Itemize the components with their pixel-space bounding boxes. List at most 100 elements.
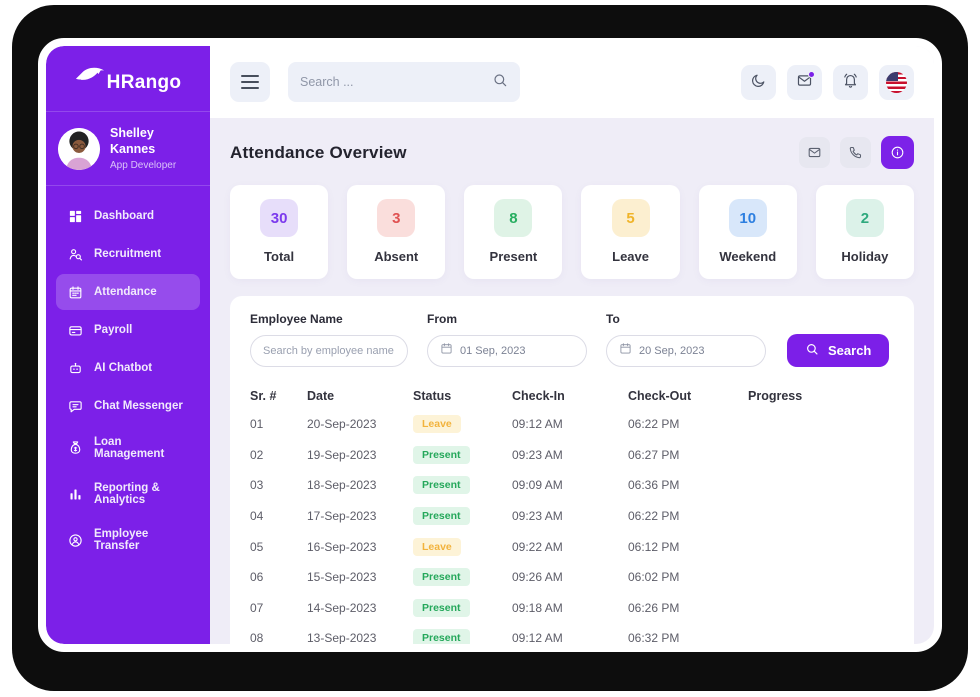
- notification-dot: [808, 70, 815, 78]
- moon-button[interactable]: [741, 64, 776, 100]
- cell-checkout: 06:02 PM: [628, 570, 680, 585]
- phone-icon: [848, 145, 863, 160]
- cell-sr: 04: [250, 509, 264, 524]
- stat-card-holiday: 2 Holiday: [815, 185, 914, 279]
- mail-action-button[interactable]: [799, 137, 830, 168]
- from-date-input[interactable]: [460, 345, 574, 357]
- stat-card-total: 30 Total: [230, 185, 329, 279]
- stat-value: 3: [377, 199, 416, 237]
- cell-sr: 02: [250, 447, 264, 462]
- table-row: 03 18-Sep-2023 Present 09:09 AM 06:36 PM: [250, 470, 894, 501]
- cell-checkout: 06:12 PM: [628, 539, 680, 554]
- cell-checkin: 09:12 AM: [512, 631, 563, 644]
- info-action-button[interactable]: [881, 136, 914, 169]
- cell-checkin: 09:23 AM: [512, 447, 563, 462]
- table-row: 06 15-Sep-2023 Present 09:26 AM 06:02 PM: [250, 562, 894, 593]
- mail-button[interactable]: [787, 64, 822, 100]
- table-row: 05 16-Sep-2023 Leave 09:22 AM 06:12 PM: [250, 531, 894, 562]
- status-badge: Leave: [413, 537, 461, 556]
- table-row: 01 20-Sep-2023 Leave 09:12 AM 06:22 PM: [250, 409, 894, 440]
- table-body: 01 20-Sep-2023 Leave 09:12 AM 06:22 PM 0…: [250, 409, 894, 644]
- cell-date: 13-Sep-2023: [307, 631, 377, 644]
- page-header: Attendance Overview: [230, 136, 914, 169]
- cell-checkin: 09:09 AM: [512, 478, 563, 493]
- table-row: 08 13-Sep-2023 Present 09:12 AM 06:32 PM: [250, 623, 894, 644]
- sidebar-item-chat-messenger[interactable]: Chat Messenger: [56, 388, 200, 424]
- stat-value: 30: [260, 199, 299, 237]
- attendance-table: Sr. # Date Status Check-In Check-Out Pro…: [250, 385, 894, 644]
- sidebar: HRango Shelley Kannes App Developer Dash…: [46, 46, 210, 644]
- cell-checkout: 06:22 PM: [628, 417, 680, 432]
- col-sr: Sr. #: [250, 389, 277, 403]
- sidebar-item-attendance[interactable]: Attendance: [56, 274, 200, 311]
- bell-button[interactable]: [833, 64, 868, 100]
- robot-icon: [67, 360, 83, 376]
- cell-checkin: 09:26 AM: [512, 570, 563, 585]
- app-window: HRango Shelley Kannes App Developer Dash…: [38, 38, 942, 652]
- stat-card-absent: 3 Absent: [347, 185, 446, 279]
- sidebar-menu: Dashboard Recruitment Attendance Payroll…: [46, 186, 210, 644]
- chat-icon: [67, 398, 83, 414]
- moon-icon: [750, 72, 767, 92]
- cell-sr: 01: [250, 417, 264, 432]
- cell-date: 17-Sep-2023: [307, 509, 377, 524]
- cell-checkin: 09:23 AM: [512, 509, 563, 524]
- status-badge: Present: [413, 445, 470, 464]
- global-search: [288, 62, 520, 102]
- stat-value: 2: [845, 199, 884, 237]
- phone-action-button[interactable]: [840, 137, 871, 168]
- flag-us-icon: [886, 71, 907, 93]
- from-label: From: [427, 312, 457, 326]
- avatar: [58, 127, 100, 170]
- cell-date: 16-Sep-2023: [307, 539, 377, 554]
- content: Attendance Overview 30 Total 3 Absent 8 …: [210, 118, 934, 644]
- cell-date: 15-Sep-2023: [307, 570, 377, 585]
- person-circle-icon: [67, 532, 83, 548]
- to-date-input[interactable]: [639, 345, 753, 357]
- stat-label: Total: [264, 249, 295, 264]
- stat-value: 8: [494, 199, 533, 237]
- bar-chart-icon: [67, 486, 83, 502]
- cell-checkin: 09:18 AM: [512, 600, 563, 615]
- page-header-actions: [799, 136, 914, 169]
- stat-value: 10: [728, 199, 767, 237]
- sidebar-item-ai-chatbot[interactable]: AI Chatbot: [56, 350, 200, 386]
- menu-toggle-button[interactable]: [230, 62, 270, 102]
- cell-sr: 08: [250, 631, 264, 644]
- bell-icon: [842, 72, 859, 92]
- sidebar-item-dashboard[interactable]: Dashboard: [56, 198, 200, 234]
- employee-name-label: Employee Name: [250, 312, 343, 326]
- search-button[interactable]: Search: [787, 334, 890, 367]
- filters: Employee Name From: [250, 312, 894, 367]
- dashboard-icon: [67, 208, 83, 224]
- cell-date: 14-Sep-2023: [307, 600, 377, 615]
- user-profile[interactable]: Shelley Kannes App Developer: [46, 112, 210, 187]
- table-row: 02 19-Sep-2023 Present 09:23 AM 06:27 PM: [250, 440, 894, 471]
- status-badge: Leave: [413, 415, 461, 434]
- recruitment-icon: [67, 246, 83, 262]
- employee-name-input[interactable]: [263, 345, 395, 357]
- sidebar-item-loan-management[interactable]: Loan Management: [56, 426, 200, 470]
- stat-card-present: 8 Present: [464, 185, 563, 279]
- search-input[interactable]: [300, 75, 492, 89]
- col-checkout: Check-Out: [628, 389, 692, 403]
- flag-us-button[interactable]: [879, 64, 914, 100]
- status-badge: Present: [413, 629, 470, 644]
- cell-date: 20-Sep-2023: [307, 417, 377, 432]
- status-badge: Present: [413, 507, 470, 526]
- stat-label: Holiday: [841, 249, 889, 264]
- sidebar-item-recruitment[interactable]: Recruitment: [56, 236, 200, 272]
- brand-logo[interactable]: HRango: [46, 46, 210, 112]
- calendar-icon: [440, 342, 453, 360]
- sidebar-item-payroll[interactable]: Payroll: [56, 312, 200, 348]
- info-icon: [890, 145, 905, 160]
- cell-date: 18-Sep-2023: [307, 478, 377, 493]
- user-role: App Developer: [110, 160, 177, 172]
- sidebar-item-reporting-analytics[interactable]: Reporting & Analytics: [56, 472, 200, 516]
- stat-value: 5: [611, 199, 650, 237]
- status-badge: Present: [413, 476, 470, 495]
- calendar-icon: [619, 342, 632, 360]
- sidebar-item-employee-transfer[interactable]: Employee Transfer: [56, 518, 200, 562]
- cell-checkout: 06:27 PM: [628, 447, 680, 462]
- cell-date: 19-Sep-2023: [307, 447, 377, 462]
